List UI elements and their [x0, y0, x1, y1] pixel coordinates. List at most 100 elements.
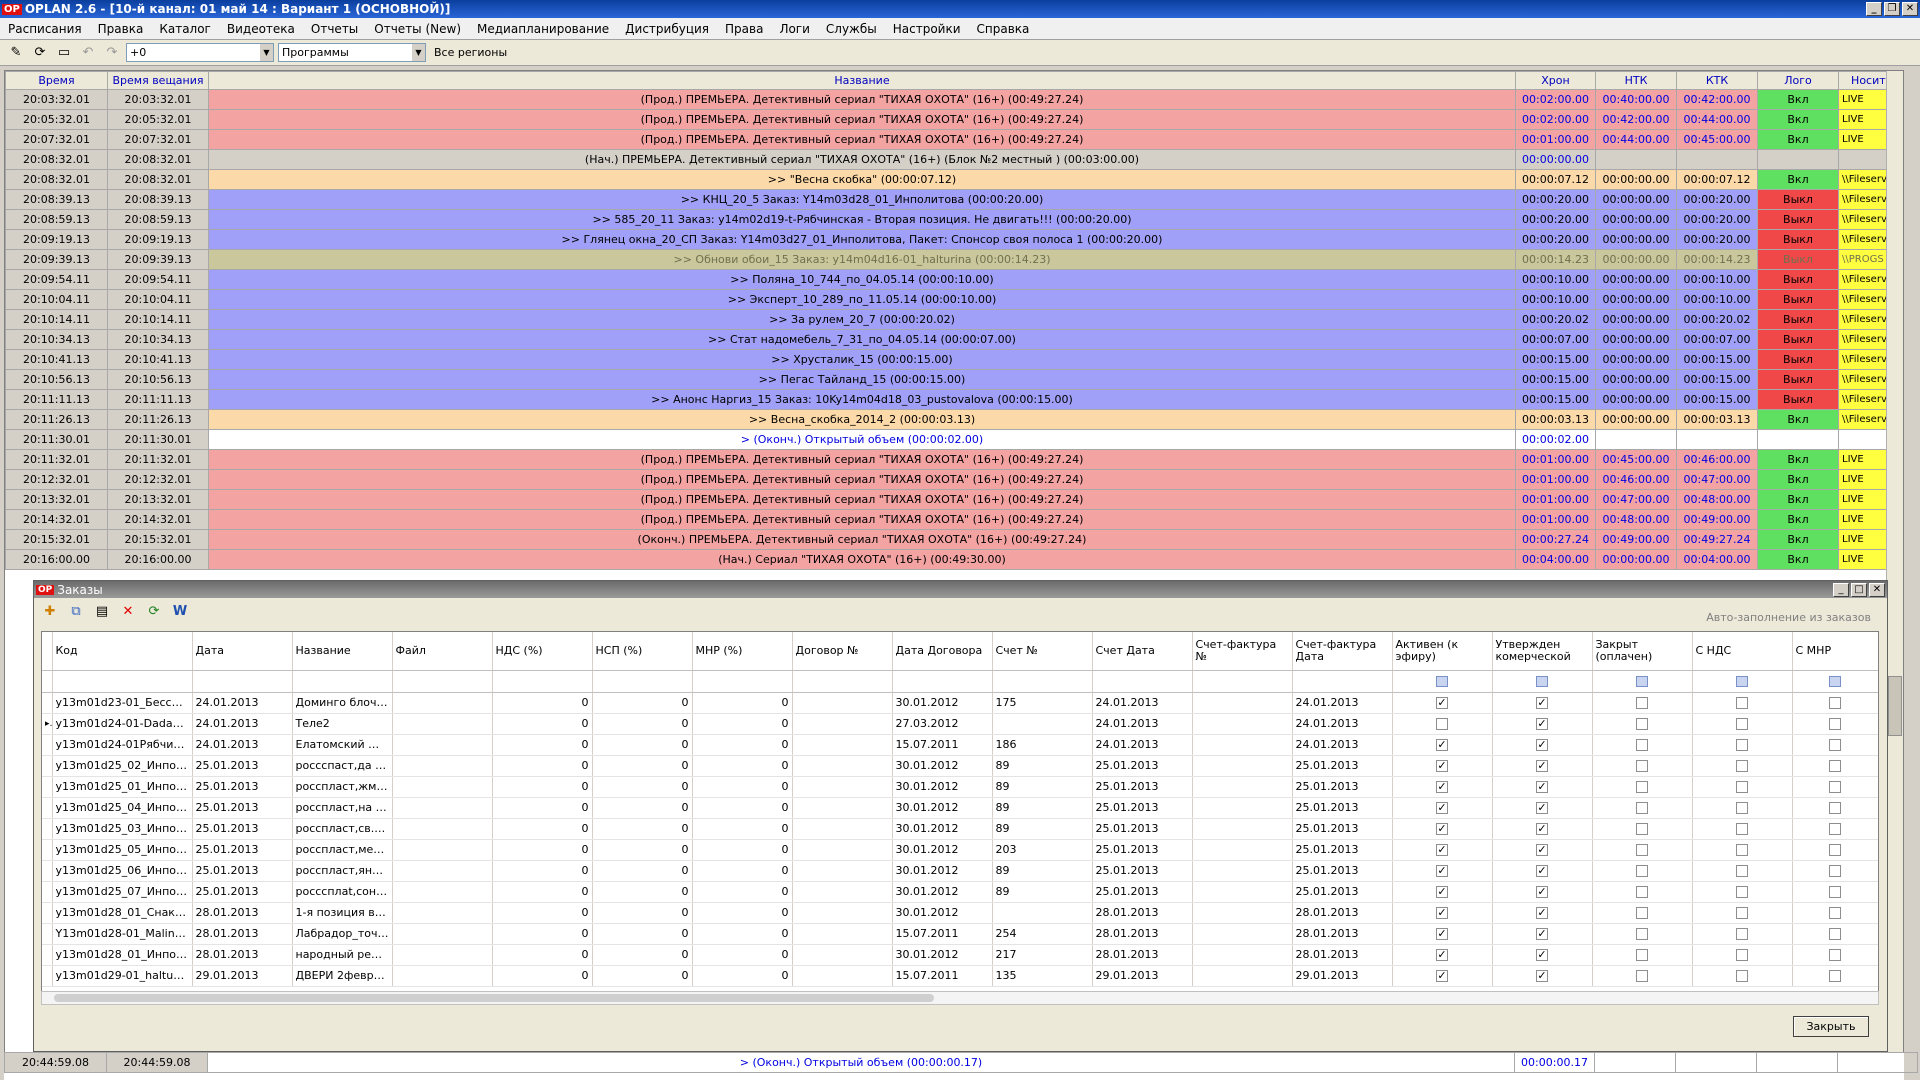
filter-cell[interactable] — [1292, 670, 1393, 693]
schedule-row[interactable]: 20:10:56.13 20:10:56.13 >> Пегас Тайланд_1… — [5, 369, 1903, 390]
closed-checkbox[interactable] — [1636, 739, 1648, 751]
filter-cell[interactable] — [392, 670, 493, 693]
properties-icon[interactable]: ▤ — [92, 601, 112, 621]
vat-checkbox[interactable] — [1736, 718, 1748, 730]
refresh-icon[interactable]: ⟳ — [144, 601, 164, 621]
schedule-row[interactable]: 20:14:32.01 20:14:32.01 (Прод.) ПРЕМЬЕРА. … — [5, 509, 1903, 530]
active-checkbox[interactable] — [1436, 718, 1448, 730]
undo-icon[interactable]: ↶ — [78, 43, 98, 63]
filter-cell[interactable] — [592, 670, 693, 693]
orders-column-header[interactable]: Дата — [192, 632, 293, 671]
orders-row[interactable]: y13m01d23-01_Бессонова 24.01.2013 Доминго … — [42, 692, 1878, 714]
schedule-column-header[interactable]: Время вещания — [107, 71, 209, 90]
vat-checkbox[interactable] — [1736, 802, 1748, 814]
mnr-checkbox[interactable] — [1829, 907, 1841, 919]
schedule-row[interactable]: 20:11:30.01 20:11:30.01 > (Оконч.) Открыты… — [5, 429, 1903, 450]
active-checkbox[interactable]: ✓ — [1436, 760, 1448, 772]
vat-checkbox[interactable] — [1736, 739, 1748, 751]
menu-item[interactable]: Справка — [969, 22, 1038, 36]
orders-column-header[interactable]: С МНР — [1792, 632, 1878, 671]
active-checkbox[interactable]: ✓ — [1436, 697, 1448, 709]
mnr-checkbox[interactable] — [1829, 928, 1841, 940]
filter-cell[interactable] — [1592, 670, 1693, 693]
active-checkbox[interactable]: ✓ — [1436, 781, 1448, 793]
filter-checkbox[interactable] — [1736, 676, 1748, 687]
vat-checkbox[interactable] — [1736, 781, 1748, 793]
orders-column-header[interactable]: НСП (%) — [592, 632, 693, 671]
vat-checkbox[interactable] — [1736, 760, 1748, 772]
schedule-column-header[interactable]: КТК — [1676, 71, 1758, 90]
orders-row[interactable]: Y13m01d28-01_Malinovs… 28.01.2013 Лабрадор… — [42, 923, 1878, 945]
menu-item[interactable]: Права — [717, 22, 771, 36]
approved-checkbox[interactable]: ✓ — [1536, 844, 1548, 856]
filter-cell[interactable] — [792, 670, 893, 693]
orders-column-header[interactable]: Утвержден комерческой — [1492, 632, 1593, 671]
filter-cell[interactable] — [692, 670, 793, 693]
active-checkbox[interactable]: ✓ — [1436, 928, 1448, 940]
active-checkbox[interactable]: ✓ — [1436, 907, 1448, 919]
active-checkbox[interactable]: ✓ — [1436, 949, 1448, 961]
filter-cell[interactable] — [1492, 670, 1593, 693]
schedule-row[interactable]: 20:12:32.01 20:12:32.01 (Прод.) ПРЕМЬЕРА. … — [5, 469, 1903, 490]
vat-checkbox[interactable] — [1736, 886, 1748, 898]
filter-cell[interactable] — [192, 670, 293, 693]
folder-icon[interactable]: ▭ — [54, 43, 74, 63]
schedule-column-header[interactable]: Лого — [1757, 71, 1839, 90]
mnr-checkbox[interactable] — [1829, 886, 1841, 898]
filter-checkbox[interactable] — [1636, 676, 1648, 687]
filter-cell[interactable] — [292, 670, 393, 693]
filter-checkbox[interactable] — [1829, 676, 1841, 687]
closed-checkbox[interactable] — [1636, 823, 1648, 835]
copy-icon[interactable]: ⧉ — [66, 601, 86, 621]
schedule-bottom-row[interactable]: 20:44:59.08 20:44:59.08 > (Оконч.) Откры… — [4, 1052, 1918, 1080]
menu-item[interactable]: Видеотека — [219, 22, 303, 36]
active-checkbox[interactable]: ✓ — [1436, 802, 1448, 814]
orders-row[interactable]: y13m01d25_06_Инполит…25.01.2013росспласт… — [42, 860, 1878, 882]
closed-checkbox[interactable] — [1636, 949, 1648, 961]
filter-cell[interactable] — [1092, 670, 1193, 693]
approved-checkbox[interactable]: ✓ — [1536, 697, 1548, 709]
closed-checkbox[interactable] — [1636, 928, 1648, 940]
menu-item[interactable]: Логи — [771, 22, 817, 36]
schedule-row[interactable]: 20:16:00.00 20:16:00.00 (Нач.) Сериал "ТИХ… — [5, 549, 1903, 570]
approved-checkbox[interactable]: ✓ — [1536, 907, 1548, 919]
orders-column-header[interactable]: Счет № — [992, 632, 1093, 671]
orders-row[interactable]: y13m01d25_02_Инполит…25.01.2013россспаст… — [42, 755, 1878, 777]
menu-item[interactable]: Правка — [90, 22, 152, 36]
orders-column-header[interactable]: Файл — [392, 632, 493, 671]
schedule-row[interactable]: 20:03:32.01 20:03:32.01 (Прод.) ПРЕМЬЕРА. … — [5, 89, 1903, 110]
mnr-checkbox[interactable] — [1829, 949, 1841, 961]
approved-checkbox[interactable]: ✓ — [1536, 760, 1548, 772]
closed-checkbox[interactable] — [1636, 907, 1648, 919]
schedule-row[interactable]: 20:09:54.11 20:09:54.11 >> Поляна_10_744_п… — [5, 269, 1903, 290]
active-checkbox[interactable]: ✓ — [1436, 823, 1448, 835]
mnr-checkbox[interactable] — [1829, 844, 1841, 856]
orders-close-button[interactable]: Закрыть — [1793, 1016, 1869, 1037]
vat-checkbox[interactable] — [1736, 865, 1748, 877]
orders-column-header[interactable]: Счет Дата — [1092, 632, 1193, 671]
schedule-column-header[interactable]: НТК — [1595, 71, 1677, 90]
active-checkbox[interactable]: ✓ — [1436, 970, 1448, 982]
approved-checkbox[interactable]: ✓ — [1536, 718, 1548, 730]
orders-row[interactable]: y13m01d25_04_Инполит…25.01.2013росспласт… — [42, 797, 1878, 819]
orders-row[interactable]: y13m01d25_05_Инполит…25.01.2013росспласт… — [42, 839, 1878, 861]
filter-cell[interactable] — [1692, 670, 1793, 693]
schedule-row[interactable]: 20:10:34.13 20:10:34.13 >> Стат надомебель… — [5, 329, 1903, 350]
schedule-column-header[interactable]: Время — [5, 71, 108, 90]
filter-cell[interactable] — [492, 670, 593, 693]
filter-checkbox[interactable] — [1436, 676, 1448, 687]
schedule-scrollbar[interactable] — [1886, 71, 1903, 1079]
schedule-row[interactable]: 20:10:04.11 20:10:04.11 >> Эксперт_10_289_… — [5, 289, 1903, 310]
mnr-checkbox[interactable] — [1829, 970, 1841, 982]
approved-checkbox[interactable]: ✓ — [1536, 739, 1548, 751]
mnr-checkbox[interactable] — [1829, 781, 1841, 793]
menu-item[interactable]: Отчеты (New) — [366, 22, 469, 36]
active-checkbox[interactable]: ✓ — [1436, 844, 1448, 856]
mnr-checkbox[interactable] — [1829, 802, 1841, 814]
schedule-column-header[interactable]: Название — [208, 71, 1516, 90]
approved-checkbox[interactable]: ✓ — [1536, 802, 1548, 814]
programs-combo[interactable]: Программы ▼ — [278, 43, 426, 62]
schedule-row[interactable]: 20:11:11.13 20:11:11.13 >> Анонс Наргиз_15… — [5, 389, 1903, 410]
schedule-row[interactable]: 20:08:59.13 20:08:59.13 >> 585_20_11 Заказ… — [5, 209, 1903, 230]
closed-checkbox[interactable] — [1636, 970, 1648, 982]
